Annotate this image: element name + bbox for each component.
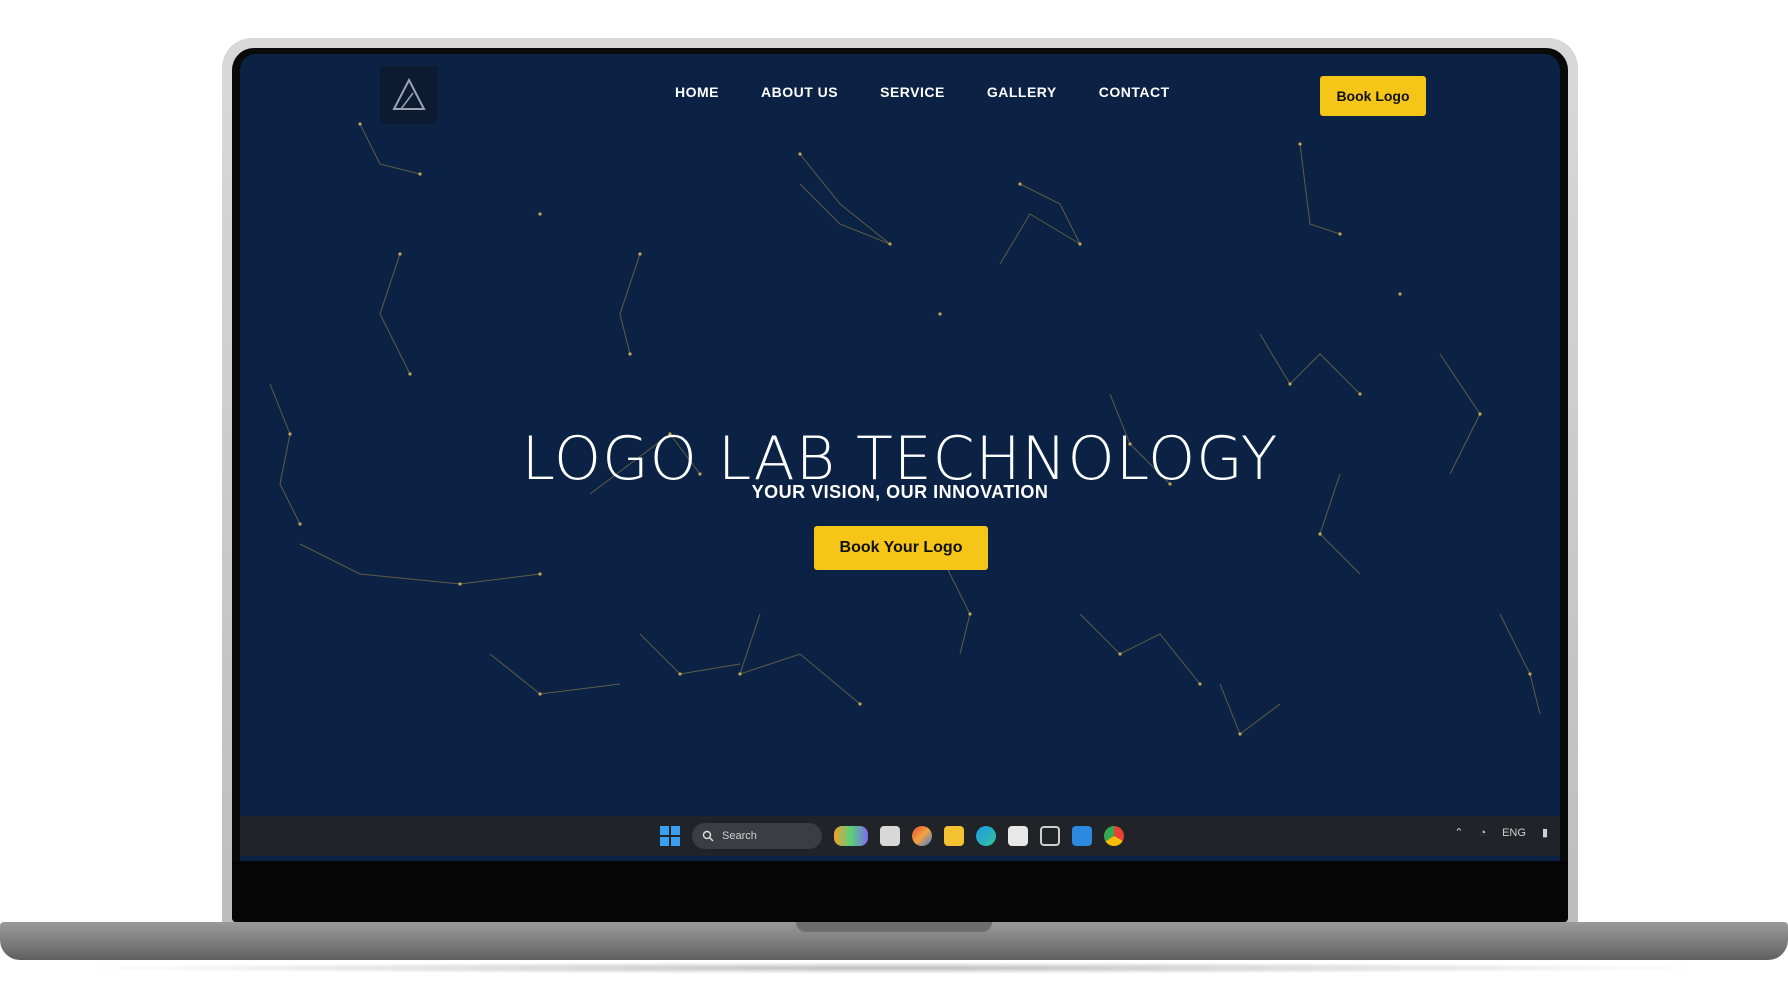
- system-tray: ⌃ ◔ ENG ▮: [1454, 826, 1548, 840]
- snip-icon[interactable]: [1040, 826, 1060, 846]
- os-taskbar: Search ⌃ ◔ ENG ▮: [240, 816, 1560, 856]
- store-icon[interactable]: [1008, 826, 1028, 846]
- wifi-icon[interactable]: ◔: [1479, 827, 1486, 839]
- office-icon[interactable]: [912, 826, 932, 846]
- chrome-icon[interactable]: [1104, 826, 1124, 846]
- nav-link-home[interactable]: HOME: [675, 84, 719, 100]
- battery-icon[interactable]: ▮: [1542, 826, 1548, 839]
- laptop-shadow: [60, 962, 1728, 974]
- top-navigation: HOME ABOUT US SERVICE GALLERY CONTACT Bo…: [240, 54, 1560, 150]
- copilot-icon[interactable]: [834, 826, 868, 846]
- nav-link-about-us[interactable]: ABOUT US: [761, 84, 838, 100]
- triangle-logo-icon: [392, 77, 426, 110]
- hero-subtitle: YOUR VISION, OUR INNOVATION: [751, 482, 1049, 502]
- search-icon: [702, 830, 714, 842]
- laptop-bezel: HOME ABOUT US SERVICE GALLERY CONTACT Bo…: [232, 48, 1568, 922]
- book-logo-button[interactable]: Book Logo: [1320, 76, 1426, 116]
- nav-links: HOME ABOUT US SERVICE GALLERY CONTACT: [675, 84, 1170, 100]
- nav-link-contact[interactable]: CONTACT: [1099, 84, 1170, 100]
- nav-link-service[interactable]: SERVICE: [880, 84, 945, 100]
- taskbar-search-placeholder: Search: [722, 830, 757, 842]
- laptop-keyboard-area: [232, 861, 1568, 922]
- language-indicator[interactable]: ENG: [1502, 827, 1526, 839]
- explorer-icon[interactable]: [944, 826, 964, 846]
- taskbar-search[interactable]: Search: [692, 823, 822, 849]
- vscode-icon[interactable]: [1072, 826, 1092, 846]
- screen: HOME ABOUT US SERVICE GALLERY CONTACT Bo…: [240, 54, 1560, 861]
- edge-icon[interactable]: [976, 826, 996, 846]
- start-icon[interactable]: [660, 826, 680, 846]
- laptop-base-notch: [796, 922, 992, 932]
- nav-link-gallery[interactable]: GALLERY: [987, 84, 1057, 100]
- taskbar-apps: Search: [660, 822, 1124, 850]
- book-your-logo-button[interactable]: Book Your Logo: [814, 526, 988, 570]
- site-logo[interactable]: [380, 66, 438, 124]
- files-icon[interactable]: [880, 826, 900, 846]
- chevron-up-icon[interactable]: ⌃: [1454, 826, 1463, 839]
